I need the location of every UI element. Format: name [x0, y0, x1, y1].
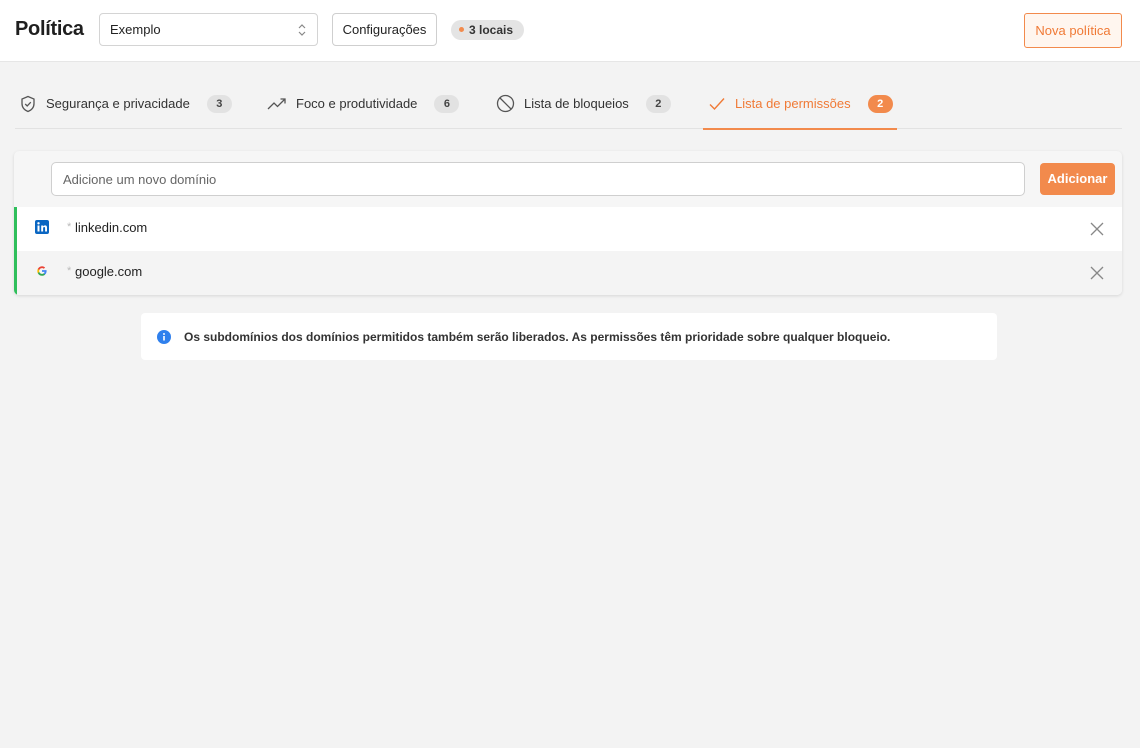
settings-button[interactable]: Configurações — [332, 13, 437, 46]
shield-check-icon — [21, 95, 35, 112]
policy-select[interactable]: Exemplo — [99, 13, 318, 46]
list-item: * google.com — [14, 251, 1122, 295]
tab-label: Lista de permissões — [735, 96, 851, 111]
new-domain-input[interactable] — [51, 162, 1025, 196]
tab-count-badge: 3 — [206, 94, 232, 113]
domain-name: google.com — [75, 264, 143, 279]
tab-label: Lista de bloqueios — [524, 96, 629, 111]
google-icon — [37, 266, 47, 276]
check-icon — [709, 97, 725, 110]
tab-count-badge: 2 — [645, 94, 671, 113]
add-domain-button[interactable]: Adicionar — [1040, 163, 1115, 195]
info-notice: Os subdomínios dos domínios permitidos t… — [141, 313, 997, 360]
info-icon — [157, 330, 171, 344]
block-icon — [496, 94, 515, 113]
close-icon[interactable] — [1089, 221, 1105, 237]
close-icon[interactable] — [1089, 265, 1105, 281]
chevron-up-down-icon — [298, 24, 306, 36]
top-bar: Política Exemplo Configurações 3 locais … — [0, 0, 1140, 62]
page-title: Política — [15, 18, 84, 40]
status-dot-icon — [459, 27, 464, 33]
tab-allowlist[interactable]: Lista de permissões 2 — [703, 78, 897, 130]
tab-count-badge: 6 — [434, 94, 460, 113]
tab-label: Foco e produtividade — [296, 96, 418, 111]
locations-badge[interactable]: 3 locais — [451, 20, 525, 40]
wildcard-prefix: * — [67, 265, 72, 277]
trending-up-icon — [267, 97, 286, 109]
policy-tabs: Segurança e privacidade 3 Foco e produti… — [15, 78, 1122, 130]
info-text: Os subdomínios dos domínios permitidos t… — [184, 330, 891, 344]
list-item: * linkedin.com — [14, 207, 1122, 251]
new-policy-button[interactable]: Nova política — [1024, 13, 1122, 48]
locations-label: 3 locais — [469, 23, 514, 37]
domain-name: linkedin.com — [75, 220, 148, 235]
tab-security-privacy[interactable]: Segurança e privacidade 3 — [19, 78, 232, 129]
allowlist-panel: Adicionar * linkedin.com * google.com — [14, 151, 1122, 295]
tab-label: Segurança e privacidade — [46, 96, 190, 111]
policy-select-value: Exemplo — [110, 22, 161, 37]
wildcard-prefix: * — [67, 221, 72, 233]
tab-count-badge: 2 — [867, 94, 893, 113]
tab-focus-productivity[interactable]: Foco e produtividade 6 — [267, 78, 460, 129]
tab-blocklist[interactable]: Lista de bloqueios 2 — [496, 78, 671, 129]
linkedin-icon — [35, 220, 49, 234]
